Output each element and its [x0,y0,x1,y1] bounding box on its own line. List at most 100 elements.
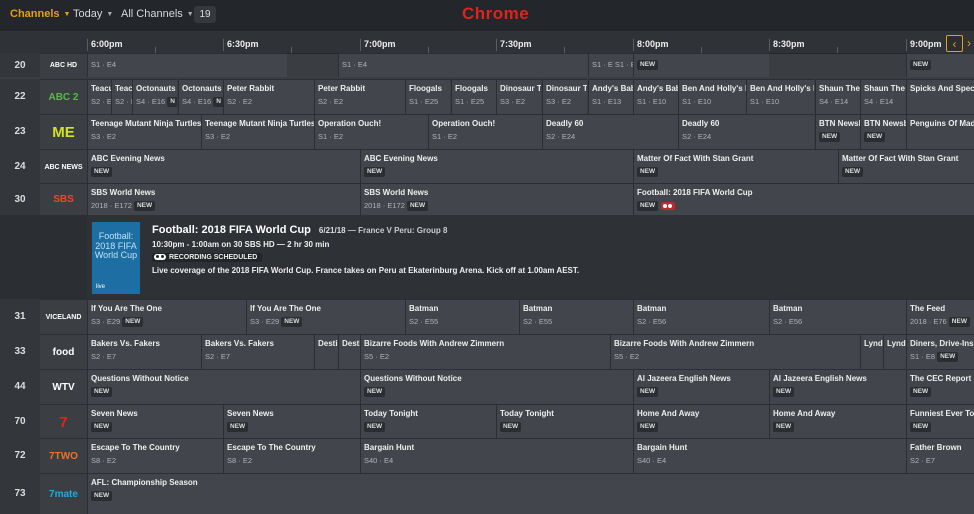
program-cell[interactable]: Bakers Vs. Fakers S2 · E7 [87,334,201,369]
program-cell[interactable]: Al Jazeera English News NEW [769,369,906,404]
channel-logo[interactable]: 7 [40,404,87,439]
episode-info: 2018 · E172 [91,201,132,210]
new-badge: NEW [910,387,932,398]
program-cell[interactable]: ABC Evening News NEW [87,149,360,184]
program-cell[interactable]: Shaun The S S4 · E14 [860,79,906,114]
program-cell[interactable]: Peter Rabbit S2 · E2 [314,79,405,114]
new-badge: NEW [910,60,932,71]
program-cell[interactable]: Seven News NEW [223,404,360,439]
program-cell[interactable]: Football: 2018 FIFA World Cup NEW [633,183,974,215]
program-cell[interactable]: Funniest Ever Toda NEW [906,404,974,439]
program-cell[interactable]: Operation Ouch! S1 · E2 [314,114,428,149]
program-cell[interactable]: NEW [906,53,974,77]
program-meta: 2018 · E172 NEW [91,201,360,212]
channel-logo[interactable]: ABC HD [40,53,87,77]
channel-logo[interactable]: food [40,334,87,369]
program-cell[interactable]: Penguins Of Madaga [906,114,974,149]
program-cell[interactable]: Deadly 60 S2 · E24 [542,114,678,149]
program-cell[interactable]: BTN Newsb NEW [860,114,906,149]
program-cell[interactable]: Shaun The S S4 · E14 [815,79,860,114]
program-cell[interactable]: Batman S2 · E55 [519,299,633,334]
program-cell[interactable]: Operation Ouch! S1 · E2 [428,114,542,149]
episode-info: S2 · E [91,97,112,106]
program-cell[interactable]: Bizarre Foods With Andrew Zimmern S5 · E2 [360,334,610,369]
channel-logo[interactable]: ME [40,114,87,149]
channel-logo[interactable]: ABC NEWS [40,149,87,184]
all-channels-dropdown[interactable]: All Channels ▼ [121,8,194,20]
program-meta: S3 · E2 [205,132,315,142]
program-cell[interactable]: Lynda [860,334,883,369]
program-cell[interactable]: Bargain Hunt S40 · E4 [633,438,906,473]
program-cell[interactable]: Home And Away NEW [633,404,769,439]
program-cell[interactable]: Octonauts S4 · E16 N [132,79,177,114]
program-cell[interactable]: Spicks And Specks [906,79,974,114]
program-title: SBS World News [364,188,429,197]
program-cell[interactable]: Ben And Holly's Li S1 · E10 [746,79,814,114]
program-meta: S40 · E4 [637,456,906,466]
program-cell[interactable]: Andy's Baby S1 · E13 [588,79,633,114]
chevron-right-icon[interactable]: › [967,35,974,52]
recording-status[interactable]: RECORDING SCHEDULED [152,253,263,262]
program-cell[interactable]: Escape To The Country S8 · E2 [223,438,360,473]
program-cell[interactable]: Bakers Vs. Fakers S2 · E7 [201,334,315,369]
program-cell[interactable]: Batman S2 · E56 [769,299,906,334]
program-cell[interactable]: Lynda [883,334,906,369]
program-cell[interactable]: Diners, Drive-Ins A S1 · E8 NEW [906,334,974,369]
channel-logo[interactable]: SBS [40,183,87,215]
program-cell[interactable]: Today Tonight NEW [496,404,633,439]
program-cell[interactable]: Father Brown S2 · E7 [906,438,974,473]
program-title: Matter Of Fact With Stan Grant [842,154,959,163]
program-cell[interactable]: Deadly 60 S2 · E24 [678,114,814,149]
program-cell[interactable]: ABC Evening News NEW [360,149,633,184]
channel-logo[interactable]: ABC 2 [40,79,87,114]
program-cell[interactable]: The CEC Report NEW [906,369,974,404]
program-cell[interactable]: Floogals S1 · E25 [405,79,450,114]
program-cell[interactable]: Escape To The Country S8 · E2 [87,438,223,473]
program-cell[interactable]: Desti [314,334,339,369]
program-cell[interactable]: S1 · E S1 · E NEW [588,53,633,77]
program-poster[interactable]: Football: 2018 FIFA World Cup live [92,222,140,294]
program-cell[interactable]: Floogals S1 · E25 [451,79,496,114]
program-cell[interactable]: If You Are The One S3 · E29 NEW [87,299,246,334]
program-cell[interactable]: The Feed 2018 · E76 NEW [906,299,974,334]
channel-logo[interactable]: WTV [40,369,87,404]
program-cell[interactable]: Dinosaur Tr S3 · E2 [496,79,541,114]
program-cell[interactable]: Octonauts S4 · E16 N [178,79,223,114]
program-cell[interactable]: Ben And Holly's Li S1 · E10 [678,79,750,114]
program-cell[interactable]: Peter Rabbit S2 · E2 [223,79,314,114]
program-cell[interactable]: Batman S2 · E55 [405,299,519,334]
channel-logo[interactable]: 7TWO [40,438,87,473]
program-cell[interactable]: S1 · E4 [87,53,287,77]
program-cell[interactable]: Questions Without Notice NEW [360,369,633,404]
program-cell[interactable]: Teenage Mutant Ninja Turtles S3 · E2 [87,114,201,149]
program-cell[interactable]: Matter Of Fact With Stan Grant NEW [633,149,838,184]
channel-logo[interactable]: VICELAND [40,299,87,334]
program-cell[interactable]: Matter Of Fact With Stan Grant NEW [838,149,974,184]
channel-logo[interactable]: 7mate [40,473,87,514]
program-cell[interactable]: Desti [338,334,360,369]
program-cell[interactable]: Al Jazeera English News NEW [633,369,769,404]
program-cell[interactable]: AFL: Championship Season NEW [87,473,974,514]
program-cell[interactable]: Today Tonight NEW [360,404,496,439]
program-cell[interactable]: Andy's Baby S1 · E10 [633,79,678,114]
program-title: Peter Rabbit [318,84,366,93]
program-cell[interactable]: SBS World News 2018 · E172 NEW [360,183,633,215]
program-cell[interactable]: Dinosaur Tr S3 · E2 [542,79,587,114]
program-title: The Feed [910,304,946,313]
program-cell[interactable]: Teenage Mutant Ninja Turtles S3 · E2 [201,114,315,149]
program-cell[interactable]: Questions Without Notice NEW [87,369,360,404]
program-cell[interactable]: Home And Away NEW [769,404,906,439]
program-cell[interactable]: If You Are The One S3 · E29 NEW [246,299,405,334]
program-cell[interactable]: Teacu S2 · E [87,79,112,114]
chevron-left-icon[interactable]: ‹ [946,35,963,52]
program-cell[interactable]: SBS World News 2018 · E172 NEW [87,183,360,215]
program-cell[interactable]: BTN Newsb NEW [815,114,860,149]
program-cell[interactable]: Bargain Hunt S40 · E4 [360,438,633,473]
program-cell[interactable]: Batman S2 · E56 [633,299,769,334]
program-cell[interactable]: Bizarre Foods With Andrew Zimmern S5 · E2 [610,334,860,369]
program-cell[interactable]: NEW [633,53,769,77]
program-cell[interactable]: Seven News NEW [87,404,223,439]
program-meta: S4 · E14 [864,97,906,107]
channels-dropdown[interactable]: Channels ▼ [10,8,70,20]
today-dropdown[interactable]: Today ▼ [73,8,113,20]
